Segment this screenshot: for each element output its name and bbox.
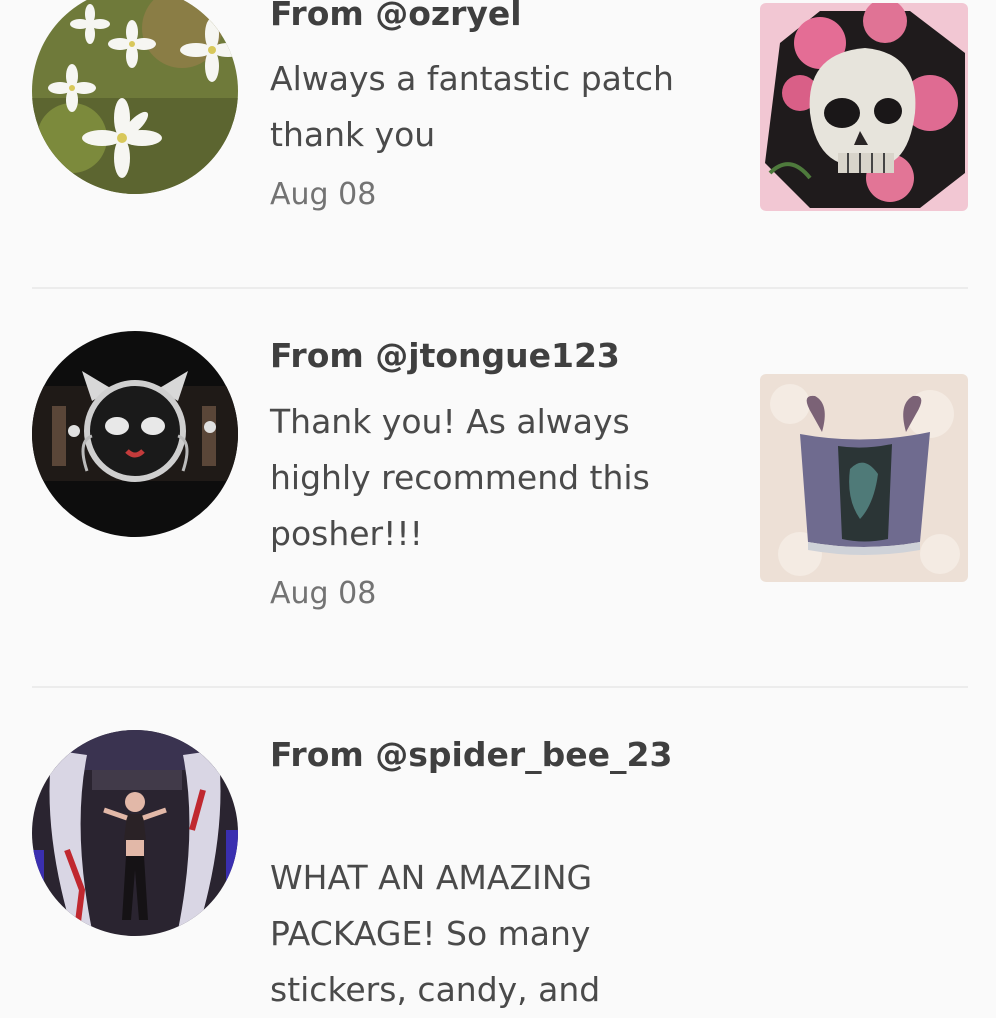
- catwoman-avatar-image: [32, 331, 238, 537]
- review-from[interactable]: From @spider_bee_23: [270, 727, 720, 783]
- review-comment: WHAT AN AMAZING PACKAGE! So many sticker…: [270, 858, 601, 1009]
- listing-thumbnail[interactable]: [760, 3, 968, 211]
- divider: [32, 287, 968, 289]
- dancer-avatar-image: [32, 730, 238, 936]
- flowers-avatar-image: [32, 0, 238, 194]
- review-from[interactable]: From @jtongue123: [270, 328, 720, 384]
- review-date: Aug 08: [270, 576, 377, 611]
- review-date: Aug 08: [270, 177, 377, 212]
- skull-roses-patch-image: [760, 3, 968, 211]
- review-comment: Thank you! As always highly recommend th…: [270, 402, 650, 553]
- reviews-feed: From @ozryel Always a fantastic patch th…: [0, 0, 996, 1009]
- catwoman-avatar[interactable]: [32, 331, 238, 537]
- review-comment: Always a fantastic patch thank you: [270, 59, 674, 154]
- flowers-avatar[interactable]: [32, 0, 238, 194]
- corset-top-image: [760, 374, 968, 582]
- dancer-avatar[interactable]: [32, 730, 238, 936]
- divider: [32, 686, 968, 688]
- review-from[interactable]: From @ozryel: [270, 0, 720, 42]
- listing-thumbnail[interactable]: [760, 374, 968, 582]
